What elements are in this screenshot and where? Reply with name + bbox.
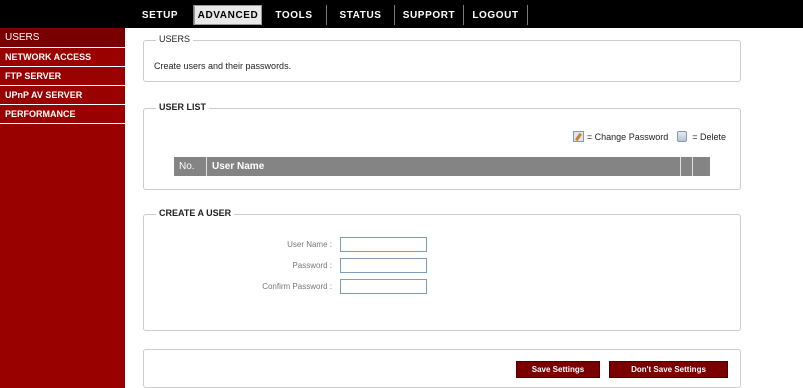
sidebar-item-users[interactable]: USERS — [0, 28, 125, 48]
tab-status[interactable]: STATUS — [327, 5, 395, 25]
sidebar-item-upnp-av-server[interactable]: UPnP AV SERVER — [0, 86, 125, 105]
change-password-legend: = Change Password — [586, 131, 669, 142]
sidebar-item-ftp-server[interactable]: FTP SERVER — [0, 67, 125, 86]
create-user-section: CREATE A USER User Name : Password : Con… — [143, 208, 742, 331]
confirm-password-input[interactable] — [340, 279, 427, 294]
user-list-section: USER LIST = Change Password = Delete No.… — [143, 102, 741, 190]
tab-advanced[interactable]: ADVANCED — [194, 5, 262, 25]
users-section-description: Create users and their passwords. — [154, 61, 292, 71]
save-settings-button[interactable]: Save Settings — [516, 361, 600, 378]
tab-logout[interactable]: LOGOUT — [464, 5, 528, 25]
edit-icon — [572, 131, 584, 142]
user-table-header: No. User Name — [174, 157, 710, 176]
password-input[interactable] — [340, 258, 427, 273]
users-section: USERS Create users and their passwords. — [143, 34, 741, 82]
icon-legend: = Change Password = Delete — [572, 131, 726, 142]
tab-tools[interactable]: TOOLS — [262, 5, 327, 25]
confirm-password-label: Confirm Password : — [262, 282, 332, 291]
main-content: USERS Create users and their passwords. … — [127, 28, 803, 388]
sidebar-item-performance[interactable]: PERFORMANCE — [0, 105, 125, 124]
top-navigation-bar: SETUP ADVANCED TOOLS STATUS SUPPORT LOGO… — [0, 0, 803, 28]
column-header-no: No. — [174, 157, 207, 176]
create-user-title: CREATE A USER — [156, 208, 235, 218]
sidebar-item-network-access[interactable]: NETWORK ACCESS — [0, 48, 125, 67]
column-header-user-name: User Name — [207, 157, 681, 176]
users-section-title: USERS — [156, 34, 194, 44]
delete-legend: = Delete — [692, 131, 726, 142]
password-label: Password : — [292, 261, 332, 270]
user-list-title: USER LIST — [156, 102, 210, 112]
tab-setup[interactable]: SETUP — [127, 5, 194, 25]
tab-support[interactable]: SUPPORT — [395, 5, 464, 25]
dont-save-settings-button[interactable]: Don't Save Settings — [609, 361, 728, 378]
user-name-input[interactable] — [340, 237, 427, 252]
password-row: Password : — [144, 258, 742, 274]
column-header-delete — [693, 157, 707, 176]
user-name-label: User Name : — [287, 240, 332, 249]
column-header-edit — [681, 157, 693, 176]
trash-icon — [677, 131, 688, 142]
confirm-password-row: Confirm Password : — [144, 279, 742, 295]
user-name-row: User Name : — [144, 237, 742, 253]
actions-section: Save Settings Don't Save Settings — [143, 349, 741, 388]
main-tabs: SETUP ADVANCED TOOLS STATUS SUPPORT LOGO… — [127, 5, 528, 25]
sidebar: USERS NETWORK ACCESS FTP SERVER UPnP AV … — [0, 28, 125, 388]
